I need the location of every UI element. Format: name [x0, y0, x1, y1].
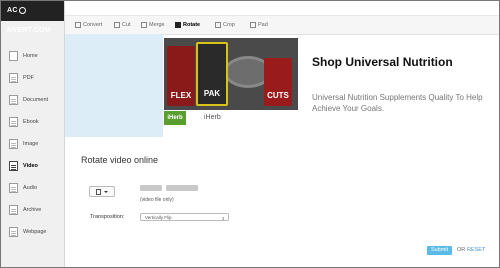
sidebar-item-label: Document [23, 97, 49, 103]
sidebar-item-label: Image [23, 141, 39, 147]
tab-convert[interactable]: Convert [75, 16, 102, 34]
selected-file-name [140, 185, 200, 192]
tab-pad[interactable]: Pad [250, 16, 268, 34]
ebook-icon [9, 117, 18, 127]
transposition-value: Vertically Flip [145, 215, 172, 220]
or-label: OR [457, 247, 466, 253]
sidebar-item-label: Webpage [23, 229, 47, 235]
app-window: AC NVERT.COM Home PDF Document Ebook Imag… [0, 0, 500, 268]
tab-rotate[interactable]: Rotate [175, 16, 200, 34]
tab-label: Convert [83, 22, 103, 28]
pad-icon [250, 22, 256, 28]
product-pak: PAK [196, 42, 228, 106]
sidebar-item-image[interactable]: Image [1, 133, 64, 155]
select-arrows-icon: ⇕ [221, 216, 225, 221]
tab-cut[interactable]: Cut [114, 16, 131, 34]
document-icon [9, 95, 18, 105]
archive-icon [9, 205, 18, 215]
cut-icon [114, 22, 120, 28]
tab-crop[interactable]: Crop [215, 16, 235, 34]
ad-brand-name[interactable]: iHerb [204, 114, 221, 121]
sidebar-item-label: Archive [23, 207, 42, 213]
webpage-icon [9, 227, 18, 237]
ad-description: Universal Nutrition Supplements Quality … [312, 93, 483, 113]
product-flex: FLEX [167, 46, 195, 106]
pdf-icon [9, 73, 18, 83]
transposition-select[interactable]: Vertically Flip ⇕ [140, 213, 229, 221]
tab-label: Merge [149, 22, 165, 28]
tab-label: Crop [223, 22, 235, 28]
product-label: CUTS [267, 91, 289, 100]
iherb-logo[interactable]: iHerb [164, 111, 186, 125]
crop-icon [215, 22, 221, 28]
product-cuts: CUTS [264, 58, 292, 106]
rotate-icon [175, 22, 181, 28]
tab-label: Pad [258, 22, 268, 28]
product-label: FLEX [170, 91, 192, 100]
site-logo[interactable]: AC NVERT.COM [1, 1, 64, 34]
transposition-label: Transposition: [90, 214, 125, 220]
image-icon [9, 139, 18, 149]
page-title: Rotate video online [81, 155, 159, 165]
sidebar: AC NVERT.COM Home PDF Document Ebook Imag… [1, 1, 65, 267]
sidebar-item-audio[interactable]: Audio [1, 177, 64, 199]
blurred-filename [140, 185, 162, 191]
ad-title[interactable]: Shop Universal Nutrition [312, 55, 453, 69]
sidebar-item-video[interactable]: Video [1, 155, 64, 177]
reset-link[interactable]: RESET [467, 247, 485, 253]
submit-button[interactable]: Submit [427, 246, 452, 255]
sidebar-item-ebook[interactable]: Ebook [1, 111, 64, 133]
logo-text-2: NVERT.COM [7, 27, 51, 34]
file-source-dropdown[interactable] [89, 186, 115, 197]
sidebar-item-label: PDF [23, 75, 34, 81]
home-icon [9, 51, 18, 61]
chevron-down-icon [104, 190, 108, 193]
blurred-filename [166, 185, 198, 191]
logo-text-1: AC [7, 7, 18, 14]
sidebar-item-label: Video [23, 163, 38, 169]
file-hint: (video file only) [140, 197, 174, 203]
sidebar-item-label: Home [23, 53, 38, 59]
audio-icon [9, 183, 18, 193]
sidebar-item-pdf[interactable]: PDF [1, 67, 64, 89]
merge-icon [141, 22, 147, 28]
tool-tabs: Convert Cut Merge Rotate Crop Pad [65, 15, 499, 35]
convert-icon [75, 22, 81, 28]
tab-label: Rotate [183, 22, 201, 28]
sidebar-item-label: Audio [23, 185, 38, 191]
product-label: PAK [203, 89, 221, 98]
tab-label: Cut [122, 22, 131, 28]
ad-side-panel [65, 34, 163, 137]
tab-merge[interactable]: Merge [141, 16, 165, 34]
ad-product-image[interactable]: FLEX PAK CUTS [164, 38, 298, 110]
file-icon [96, 188, 101, 195]
video-icon [9, 161, 18, 171]
sidebar-item-webpage[interactable]: Webpage [1, 221, 64, 243]
sidebar-item-document[interactable]: Document [1, 89, 64, 111]
sidebar-item-label: Ebook [23, 119, 39, 125]
sidebar-item-archive[interactable]: Archive [1, 199, 64, 221]
logo-ring-icon [18, 6, 26, 14]
sidebar-item-home[interactable]: Home [1, 45, 64, 67]
